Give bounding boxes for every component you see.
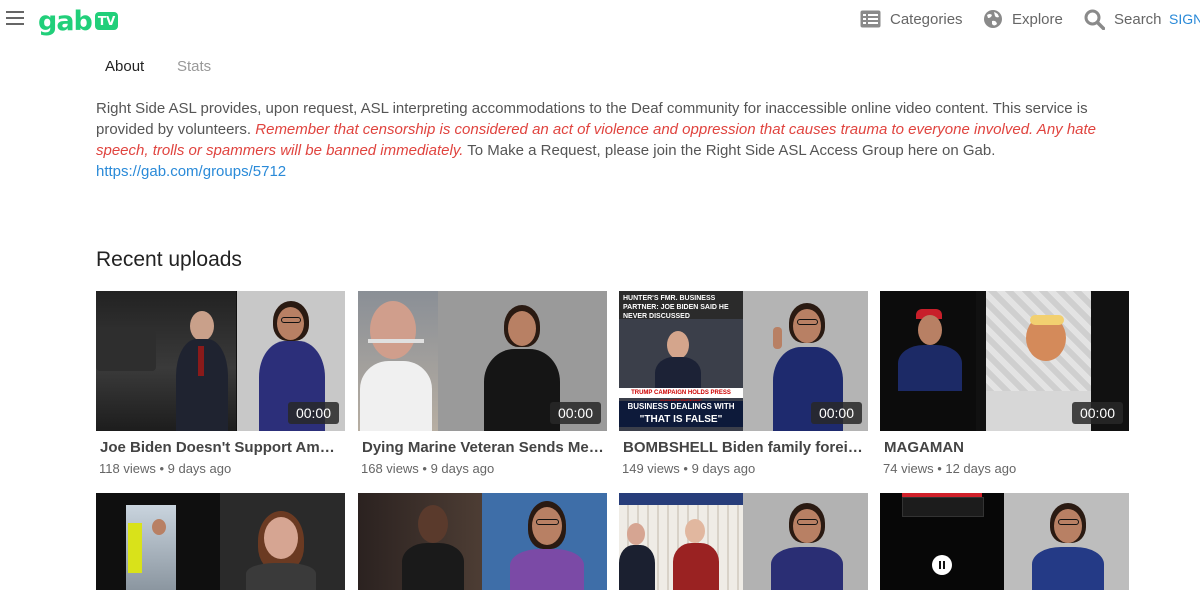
logo-text: gab — [38, 5, 93, 37]
video-meta: 118 views • 9 days ago — [99, 461, 232, 476]
thumb-right-panel — [482, 493, 607, 590]
video-title[interactable]: Joe Biden Doesn't Support Ameri... — [100, 439, 343, 456]
video-age: 12 days ago — [945, 461, 1017, 476]
tab-stats[interactable]: Stats — [177, 58, 211, 75]
video-thumbnail[interactable] — [358, 493, 607, 590]
thumb-headline: HUNTER'S FMR. BUSINESS PARTNER: JOE BIDE… — [619, 291, 743, 320]
search-icon — [1084, 9, 1105, 30]
video-views: 74 views — [883, 461, 934, 476]
video-card[interactable]: 00:00 Joe Biden Doesn't Support Ameri...… — [96, 291, 345, 481]
video-card[interactable]: 00:00 MAGAMAN 74 views • 12 days ago — [880, 291, 1129, 481]
nav-categories-label: Categories — [890, 10, 963, 28]
video-duration: 00:00 — [810, 402, 862, 424]
thumb-news-ticker: TRUMP CAMPAIGN HOLDS PRESS CONFERENCE — [619, 388, 743, 406]
thumb-left-panel — [358, 493, 482, 590]
video-views: 118 views — [99, 461, 156, 476]
thumb-right-panel — [743, 493, 868, 590]
video-thumbnail[interactable]: 00:00 — [96, 291, 345, 431]
categories-icon — [860, 10, 881, 28]
video-thumbnail[interactable]: HUNTER'S FMR. BUSINESS PARTNER: JOE BIDE… — [619, 291, 868, 431]
video-card[interactable] — [880, 493, 1129, 590]
nav-explore[interactable]: Explore — [983, 8, 1063, 30]
video-age: 9 days ago — [167, 461, 232, 476]
video-duration: 00:00 — [287, 402, 339, 424]
tab-about[interactable]: About — [105, 58, 144, 75]
video-card[interactable] — [358, 493, 607, 590]
video-title[interactable]: BOMBSHELL Biden family foreign ... — [623, 439, 866, 456]
nav-search-label: Search — [1114, 10, 1162, 28]
menu-icon[interactable] — [6, 11, 24, 25]
thumb-news-banner: BUSINESS DEALINGS WITH SON — [619, 401, 743, 423]
video-card[interactable] — [619, 493, 868, 590]
video-views: 149 views — [622, 461, 680, 476]
logo-badge: TV — [94, 12, 119, 30]
thumb-left-panel — [880, 291, 976, 431]
thumb-quote: "THAT IS FALSE" — [619, 413, 743, 427]
nav-search[interactable]: Search — [1084, 8, 1162, 30]
channel-description: Right Side ASL provides, upon request, A… — [96, 98, 1136, 182]
thumb-left-panel — [96, 291, 236, 431]
thumb-left-panel — [619, 493, 743, 590]
globe-icon — [984, 10, 1002, 28]
video-age: 9 days ago — [430, 461, 495, 476]
video-thumbnail[interactable] — [880, 493, 1129, 590]
video-card[interactable]: 00:00 Dying Marine Veteran Sends Mess...… — [358, 291, 607, 481]
thumb-left-panel — [96, 493, 220, 590]
recent-uploads-heading: Recent uploads — [96, 248, 242, 271]
video-thumbnail[interactable] — [619, 493, 868, 590]
thumb-right-panel — [1004, 493, 1129, 590]
video-title[interactable]: MAGAMAN — [884, 439, 1127, 456]
description-request: To Make a Request, please join the Right… — [467, 142, 996, 159]
video-meta: 74 views • 12 days ago — [883, 461, 1017, 476]
video-thumbnail[interactable]: 00:00 — [880, 291, 1129, 431]
thumb-left-panel — [358, 291, 438, 431]
nav-explore-label: Explore — [1012, 10, 1063, 28]
video-thumbnail[interactable] — [96, 493, 345, 590]
nav-categories[interactable]: Categories — [860, 8, 963, 30]
video-duration: 00:00 — [1071, 402, 1123, 424]
video-duration: 00:00 — [549, 402, 601, 424]
video-title[interactable]: Dying Marine Veteran Sends Mess... — [362, 439, 605, 456]
video-age: 9 days ago — [691, 461, 756, 476]
pause-icon[interactable] — [932, 555, 952, 575]
thumb-left-panel: HUNTER'S FMR. BUSINESS PARTNER: JOE BIDE… — [619, 291, 743, 431]
signup-link[interactable]: SIGN — [1169, 11, 1200, 27]
gabtv-logo[interactable]: gab TV — [38, 5, 119, 37]
thumb-right-panel — [220, 493, 345, 590]
video-card[interactable]: HUNTER'S FMR. BUSINESS PARTNER: JOE BIDE… — [619, 291, 868, 481]
video-card[interactable] — [96, 493, 345, 590]
group-link[interactable]: https://gab.com/groups/5712 — [96, 163, 286, 180]
top-bar: gab TV Categories Explore Search SIGN — [0, 0, 1200, 40]
video-views: 168 views — [361, 461, 419, 476]
video-thumbnail[interactable]: 00:00 — [358, 291, 607, 431]
video-meta: 149 views • 9 days ago — [622, 461, 756, 476]
thumb-left-panel — [880, 493, 1004, 590]
video-meta: 168 views • 9 days ago — [361, 461, 495, 476]
